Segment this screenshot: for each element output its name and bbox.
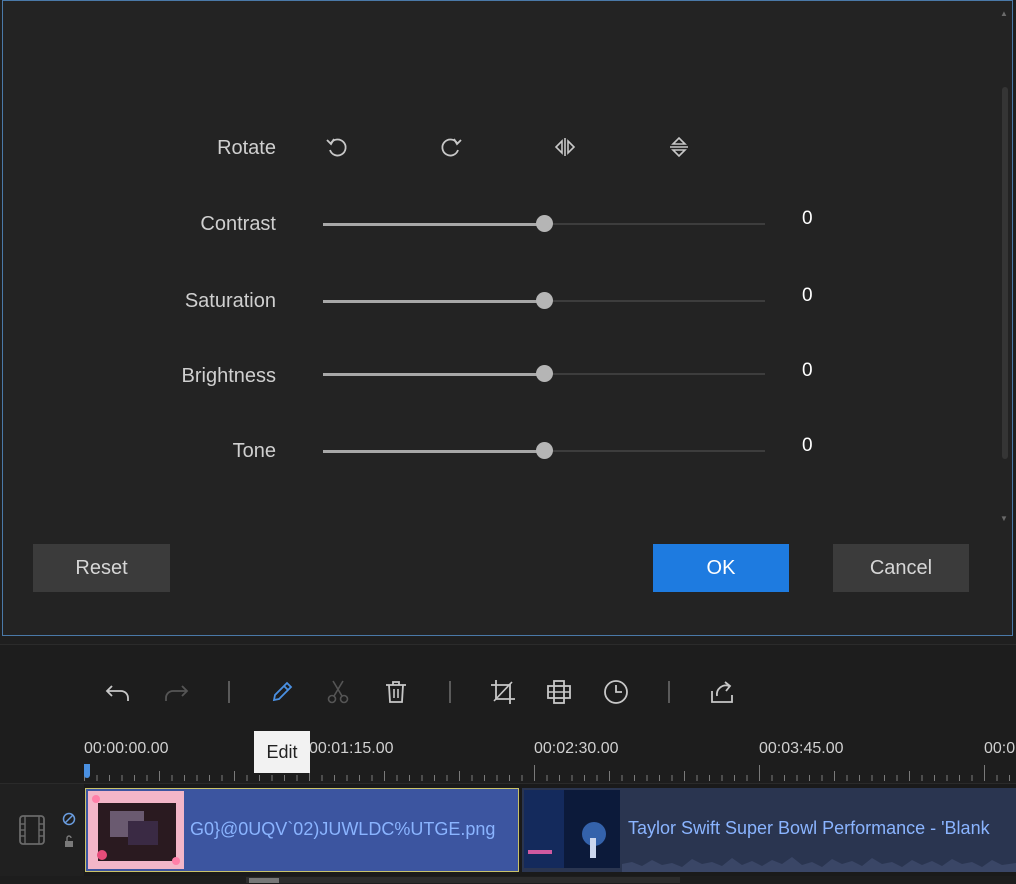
time-label: 00:03:45.00: [759, 740, 844, 757]
slider-knob[interactable]: [536, 442, 553, 459]
image-adjust-dialog: ▲ ▼ Rotate Contrast 0 Saturation 0 Brigh…: [2, 0, 1013, 636]
clip-title: Taylor Swift Super Bowl Performance - 'B…: [628, 818, 990, 838]
film-icon: [19, 815, 45, 845]
time-label: 00:00:00.00: [84, 740, 169, 757]
clip-title: G0}@0UQV`02)JUWLDC%UTGE.png: [190, 819, 496, 839]
slider-fill: [323, 300, 544, 303]
ok-button[interactable]: OK: [653, 544, 789, 592]
cancel-button[interactable]: Cancel: [833, 544, 969, 592]
export-icon: [711, 681, 733, 703]
rotate-right-button[interactable]: [436, 132, 466, 162]
clip-thumbnail: [88, 791, 184, 869]
export-button[interactable]: [705, 675, 739, 709]
reset-button[interactable]: Reset: [33, 544, 170, 592]
timeline-scroll-thumb[interactable]: [249, 878, 279, 883]
edit-tooltip: Edit: [254, 731, 310, 773]
mosaic-icon: [547, 680, 571, 704]
contrast-value: 0: [802, 208, 813, 229]
slider-fill: [323, 223, 544, 226]
video-track: G0}@0UQV`02)JUWLDC%UTGE.png Taylor Swift…: [0, 783, 1016, 876]
speed-icon: [604, 680, 628, 704]
clip-thumbnail: [524, 790, 620, 868]
saturation-value: 0: [802, 285, 813, 306]
hide-track-icon[interactable]: [62, 812, 76, 826]
redo-button[interactable]: [159, 675, 193, 709]
speed-button[interactable]: [599, 675, 633, 709]
slider-knob[interactable]: [536, 292, 553, 309]
contrast-slider[interactable]: [323, 214, 765, 234]
edit-icon: [272, 681, 293, 702]
scroll-thumb[interactable]: [1002, 87, 1008, 459]
undo-button[interactable]: [101, 675, 135, 709]
playhead[interactable]: [84, 764, 90, 778]
cut-button[interactable]: [321, 675, 355, 709]
flip-vertical-icon: [670, 136, 688, 158]
lock-icon[interactable]: [62, 834, 76, 848]
brightness-slider[interactable]: [323, 364, 765, 384]
crop-icon: [491, 680, 515, 704]
rotate-right-icon: [441, 138, 462, 157]
scroll-down-icon[interactable]: ▼: [999, 514, 1009, 524]
track-header: [0, 784, 84, 876]
time-label: 00:01:15.00: [309, 740, 394, 757]
tone-slider[interactable]: [323, 441, 765, 461]
mosaic-button[interactable]: [542, 675, 576, 709]
delete-button[interactable]: [379, 675, 413, 709]
timeline-scrollbar[interactable]: [246, 877, 680, 883]
toolbar-divider: [228, 681, 230, 703]
scroll-up-icon[interactable]: ▲: [999, 9, 1009, 19]
flip-vertical-button[interactable]: [664, 132, 694, 162]
edit-button[interactable]: [265, 675, 299, 709]
undo-icon: [105, 685, 129, 701]
flip-horizontal-button[interactable]: [550, 132, 580, 162]
contrast-label: Contrast: [200, 213, 276, 235]
delete-icon: [386, 681, 406, 703]
video-clip[interactable]: Taylor Swift Super Bowl Performance - 'B…: [522, 788, 1016, 872]
brightness-value: 0: [802, 360, 813, 381]
rotate-left-icon: [326, 138, 347, 157]
slider-knob[interactable]: [536, 215, 553, 232]
tone-label: Tone: [232, 440, 276, 462]
dialog-scrollbar[interactable]: ▲ ▼: [999, 9, 1009, 524]
toolbar-divider: [449, 681, 451, 703]
rotate-left-button[interactable]: [322, 132, 352, 162]
saturation-label: Saturation: [184, 290, 276, 312]
cut-icon: [327, 680, 349, 704]
tone-value: 0: [802, 435, 813, 456]
time-label: 00:0: [984, 740, 1016, 757]
slider-fill: [323, 373, 544, 376]
toolbar-divider: [668, 681, 670, 703]
image-clip[interactable]: G0}@0UQV`02)JUWLDC%UTGE.png: [85, 788, 519, 872]
crop-button[interactable]: [486, 675, 520, 709]
flip-horizontal-icon: [554, 138, 576, 156]
slider-fill: [323, 450, 544, 453]
time-label: 00:02:30.00: [534, 740, 619, 757]
audio-waveform: [622, 857, 1016, 872]
timeline-ruler[interactable]: [84, 763, 1016, 783]
slider-knob[interactable]: [536, 365, 553, 382]
redo-icon: [165, 685, 189, 701]
saturation-slider[interactable]: [323, 291, 765, 311]
rotate-label: Rotate: [217, 137, 276, 159]
brightness-label: Brightness: [181, 365, 277, 387]
